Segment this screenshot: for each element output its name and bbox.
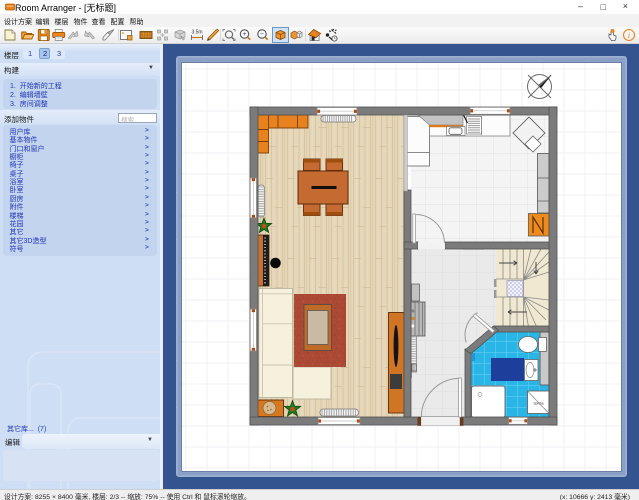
svg-text:+: + (243, 31, 247, 38)
svg-text:i: i (628, 31, 630, 40)
svg-text:−: − (260, 31, 264, 38)
svg-text:Sprcha: Sprcha (533, 402, 543, 406)
svg-text:3.5m: 3.5m (191, 30, 202, 36)
